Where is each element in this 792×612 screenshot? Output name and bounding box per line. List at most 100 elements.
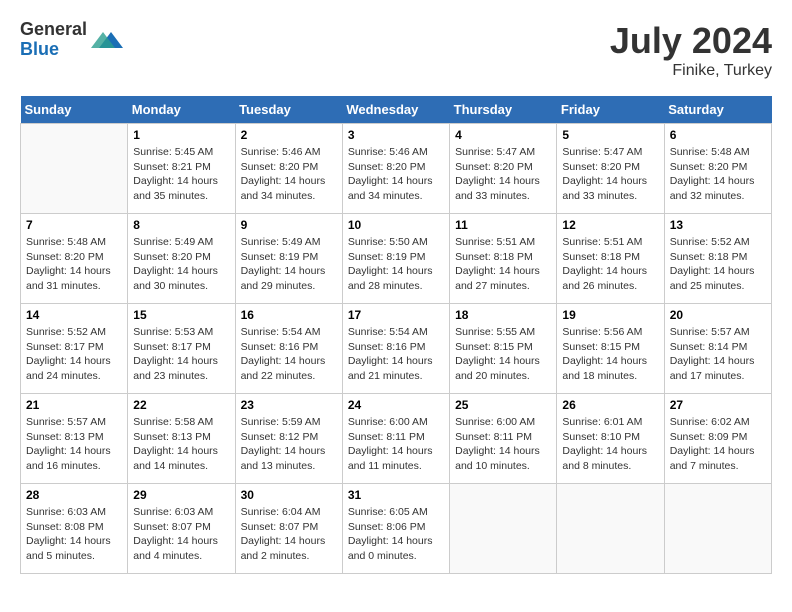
day-number: 30	[241, 488, 337, 502]
day-info: Sunrise: 5:55 AM Sunset: 8:15 PM Dayligh…	[455, 325, 551, 384]
day-info: Sunrise: 5:54 AM Sunset: 8:16 PM Dayligh…	[348, 325, 444, 384]
calendar-cell: 2Sunrise: 5:46 AM Sunset: 8:20 PM Daylig…	[235, 124, 342, 214]
weekday-header: Friday	[557, 96, 664, 124]
day-info: Sunrise: 5:54 AM Sunset: 8:16 PM Dayligh…	[241, 325, 337, 384]
calendar-cell: 8 Sunrise: 5:49 AM Sunset: 8:20 PM Daylig…	[128, 214, 235, 304]
calendar-cell: 1 Sunrise: 5:45 AM Sunset: 8:21 PM Daylig…	[128, 124, 235, 214]
weekday-header: Tuesday	[235, 96, 342, 124]
title-area: July 2024 Finike, Turkey	[610, 20, 772, 80]
day-number: 17	[348, 308, 444, 322]
day-info: Sunrise: 5:49 AM Sunset: 8:19 PM Dayligh…	[241, 235, 337, 294]
calendar-cell: 3 Sunrise: 5:46 AM Sunset: 8:20 PM Daylig…	[342, 124, 449, 214]
day-number: 28	[26, 488, 122, 502]
calendar-cell: 5Sunrise: 5:47 AM Sunset: 8:20 PM Daylig…	[557, 124, 664, 214]
day-info: Sunrise: 5:51 AM Sunset: 8:18 PM Dayligh…	[455, 235, 551, 294]
calendar-cell: 18 Sunrise: 5:55 AM Sunset: 8:15 PM Dayli…	[450, 304, 557, 394]
day-info: Sunrise: 6:03 AM Sunset: 8:08 PM Dayligh…	[26, 505, 122, 564]
day-number: 14	[26, 308, 122, 322]
day-info: Sunrise: 5:52 AM Sunset: 8:17 PM Dayligh…	[26, 325, 122, 384]
day-number: 26	[562, 398, 658, 412]
month-year-title: July 2024	[610, 20, 772, 62]
day-number: 4	[455, 128, 551, 142]
day-info: Sunrise: 5:47 AM Sunset: 8:20 PM Dayligh…	[562, 145, 658, 204]
day-info: Sunrise: 5:58 AM Sunset: 8:13 PM Dayligh…	[133, 415, 229, 474]
calendar-cell: 19 Sunrise: 5:56 AM Sunset: 8:15 PM Dayli…	[557, 304, 664, 394]
calendar-week-row: 28 Sunrise: 6:03 AM Sunset: 8:08 PM Dayli…	[21, 484, 772, 574]
day-number: 8	[133, 218, 229, 232]
logo-general-text: General	[20, 20, 87, 40]
day-info: Sunrise: 6:02 AM Sunset: 8:09 PM Dayligh…	[670, 415, 766, 474]
day-number: 9	[241, 218, 337, 232]
day-number: 21	[26, 398, 122, 412]
calendar-cell: 22 Sunrise: 5:58 AM Sunset: 8:13 PM Dayli…	[128, 394, 235, 484]
day-number: 11	[455, 218, 551, 232]
logo: General Blue	[20, 20, 123, 60]
calendar-cell: 26 Sunrise: 6:01 AM Sunset: 8:10 PM Dayli…	[557, 394, 664, 484]
calendar-cell: 21Sunrise: 5:57 AM Sunset: 8:13 PM Dayli…	[21, 394, 128, 484]
day-info: Sunrise: 5:52 AM Sunset: 8:18 PM Dayligh…	[670, 235, 766, 294]
calendar-header-row: SundayMondayTuesdayWednesdayThursdayFrid…	[21, 96, 772, 124]
logo-icon	[91, 24, 123, 56]
day-number: 16	[241, 308, 337, 322]
calendar-week-row: 14 Sunrise: 5:52 AM Sunset: 8:17 PM Dayli…	[21, 304, 772, 394]
day-info: Sunrise: 6:04 AM Sunset: 8:07 PM Dayligh…	[241, 505, 337, 564]
day-info: Sunrise: 5:48 AM Sunset: 8:20 PM Dayligh…	[26, 235, 122, 294]
day-info: Sunrise: 6:01 AM Sunset: 8:10 PM Dayligh…	[562, 415, 658, 474]
calendar-cell: 14 Sunrise: 5:52 AM Sunset: 8:17 PM Dayli…	[21, 304, 128, 394]
day-info: Sunrise: 5:51 AM Sunset: 8:18 PM Dayligh…	[562, 235, 658, 294]
day-number: 13	[670, 218, 766, 232]
day-number: 15	[133, 308, 229, 322]
day-number: 12	[562, 218, 658, 232]
day-number: 1	[133, 128, 229, 142]
day-info: Sunrise: 5:56 AM Sunset: 8:15 PM Dayligh…	[562, 325, 658, 384]
day-number: 19	[562, 308, 658, 322]
calendar-cell: 20 Sunrise: 5:57 AM Sunset: 8:14 PM Dayli…	[664, 304, 771, 394]
calendar-cell: 16 Sunrise: 5:54 AM Sunset: 8:16 PM Dayli…	[235, 304, 342, 394]
calendar-cell: 25Sunrise: 6:00 AM Sunset: 8:11 PM Dayli…	[450, 394, 557, 484]
weekday-header: Sunday	[21, 96, 128, 124]
day-info: Sunrise: 5:45 AM Sunset: 8:21 PM Dayligh…	[133, 145, 229, 204]
calendar-week-row: 21Sunrise: 5:57 AM Sunset: 8:13 PM Dayli…	[21, 394, 772, 484]
day-info: Sunrise: 5:50 AM Sunset: 8:19 PM Dayligh…	[348, 235, 444, 294]
day-number: 18	[455, 308, 551, 322]
day-number: 6	[670, 128, 766, 142]
calendar-cell: 30 Sunrise: 6:04 AM Sunset: 8:07 PM Dayli…	[235, 484, 342, 574]
calendar-cell	[21, 124, 128, 214]
calendar-table: SundayMondayTuesdayWednesdayThursdayFrid…	[20, 96, 772, 574]
day-number: 24	[348, 398, 444, 412]
weekday-header: Thursday	[450, 96, 557, 124]
logo-blue-text: Blue	[20, 40, 87, 60]
day-number: 3	[348, 128, 444, 142]
day-info: Sunrise: 5:48 AM Sunset: 8:20 PM Dayligh…	[670, 145, 766, 204]
day-number: 20	[670, 308, 766, 322]
calendar-cell: 13 Sunrise: 5:52 AM Sunset: 8:18 PM Dayli…	[664, 214, 771, 304]
day-number: 23	[241, 398, 337, 412]
day-info: Sunrise: 5:46 AM Sunset: 8:20 PM Dayligh…	[348, 145, 444, 204]
calendar-cell: 17 Sunrise: 5:54 AM Sunset: 8:16 PM Dayli…	[342, 304, 449, 394]
calendar-cell: 31Sunrise: 6:05 AM Sunset: 8:06 PM Dayli…	[342, 484, 449, 574]
calendar-cell: 28 Sunrise: 6:03 AM Sunset: 8:08 PM Dayli…	[21, 484, 128, 574]
day-number: 22	[133, 398, 229, 412]
weekday-header: Saturday	[664, 96, 771, 124]
calendar-cell	[557, 484, 664, 574]
calendar-week-row: 1 Sunrise: 5:45 AM Sunset: 8:21 PM Daylig…	[21, 124, 772, 214]
page-header: General Blue July 2024 Finike, Turkey	[20, 20, 772, 80]
calendar-cell: 11 Sunrise: 5:51 AM Sunset: 8:18 PM Dayli…	[450, 214, 557, 304]
day-info: Sunrise: 6:00 AM Sunset: 8:11 PM Dayligh…	[348, 415, 444, 474]
day-info: Sunrise: 5:46 AM Sunset: 8:20 PM Dayligh…	[241, 145, 337, 204]
calendar-cell: 9 Sunrise: 5:49 AM Sunset: 8:19 PM Daylig…	[235, 214, 342, 304]
calendar-cell	[450, 484, 557, 574]
weekday-header: Monday	[128, 96, 235, 124]
day-info: Sunrise: 5:57 AM Sunset: 8:14 PM Dayligh…	[670, 325, 766, 384]
calendar-cell: 27Sunrise: 6:02 AM Sunset: 8:09 PM Dayli…	[664, 394, 771, 484]
day-number: 10	[348, 218, 444, 232]
day-info: Sunrise: 6:05 AM Sunset: 8:06 PM Dayligh…	[348, 505, 444, 564]
weekday-header: Wednesday	[342, 96, 449, 124]
calendar-cell: 7 Sunrise: 5:48 AM Sunset: 8:20 PM Daylig…	[21, 214, 128, 304]
day-number: 29	[133, 488, 229, 502]
calendar-cell: 4Sunrise: 5:47 AM Sunset: 8:20 PM Daylig…	[450, 124, 557, 214]
day-number: 25	[455, 398, 551, 412]
day-number: 7	[26, 218, 122, 232]
calendar-cell: 29Sunrise: 6:03 AM Sunset: 8:07 PM Dayli…	[128, 484, 235, 574]
day-info: Sunrise: 5:49 AM Sunset: 8:20 PM Dayligh…	[133, 235, 229, 294]
